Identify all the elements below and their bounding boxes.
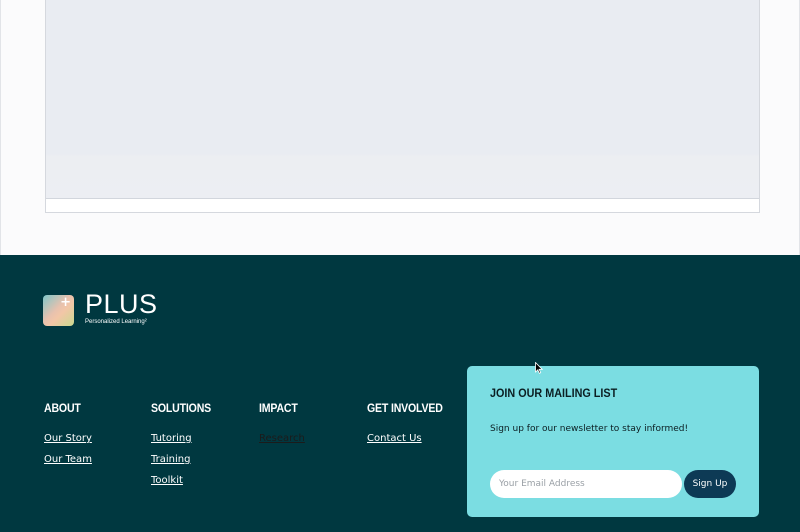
- footer-column-about: ABOUT Our Story Our Team: [44, 401, 92, 475]
- brand-name: PLUS: [85, 289, 158, 319]
- email-input[interactable]: [490, 470, 682, 498]
- footer-link-our-story[interactable]: Our Story: [44, 433, 92, 445]
- embedded-frame-content: [46, 0, 759, 199]
- footer-link-contact-us[interactable]: Contact Us: [367, 433, 453, 445]
- footer-column-impact: IMPACT Research: [259, 401, 305, 454]
- logo-mark-icon: +: [43, 295, 74, 326]
- footer-link-toolkit[interactable]: Toolkit: [151, 475, 219, 487]
- footer-heading-about: ABOUT: [44, 401, 81, 415]
- content-area: [0, 0, 800, 255]
- footer-link-training[interactable]: Training: [151, 454, 219, 466]
- footer-column-solutions: SOLUTIONS Tutoring Training Toolkit: [151, 401, 219, 496]
- footer-link-tutoring[interactable]: Tutoring: [151, 433, 219, 445]
- mailing-list-title: JOIN OUR MAILING LIST: [490, 386, 618, 400]
- sign-up-button[interactable]: Sign Up: [684, 470, 736, 498]
- footer-column-get-involved: GET INVOLVED Contact Us: [367, 401, 453, 454]
- mailing-list-description: Sign up for our newsletter to stay infor…: [490, 424, 689, 434]
- embedded-frame[interactable]: [45, 0, 760, 213]
- footer-heading-get-involved: GET INVOLVED: [367, 401, 443, 415]
- mailing-list-card: JOIN OUR MAILING LIST Sign up for our ne…: [467, 366, 759, 517]
- footer-link-research[interactable]: Research: [259, 433, 305, 445]
- plus-logo[interactable]: + PLUS Personalized Learning²: [43, 289, 183, 329]
- footer-link-our-team[interactable]: Our Team: [44, 454, 92, 466]
- site-footer: + PLUS Personalized Learning² ABOUT Our …: [0, 255, 800, 532]
- logo-plus-glyph: +: [60, 295, 71, 310]
- brand-tagline: Personalized Learning²: [85, 319, 147, 325]
- footer-heading-impact: IMPACT: [259, 401, 298, 415]
- mouse-cursor-icon: [535, 362, 543, 374]
- footer-heading-solutions: SOLUTIONS: [151, 401, 212, 415]
